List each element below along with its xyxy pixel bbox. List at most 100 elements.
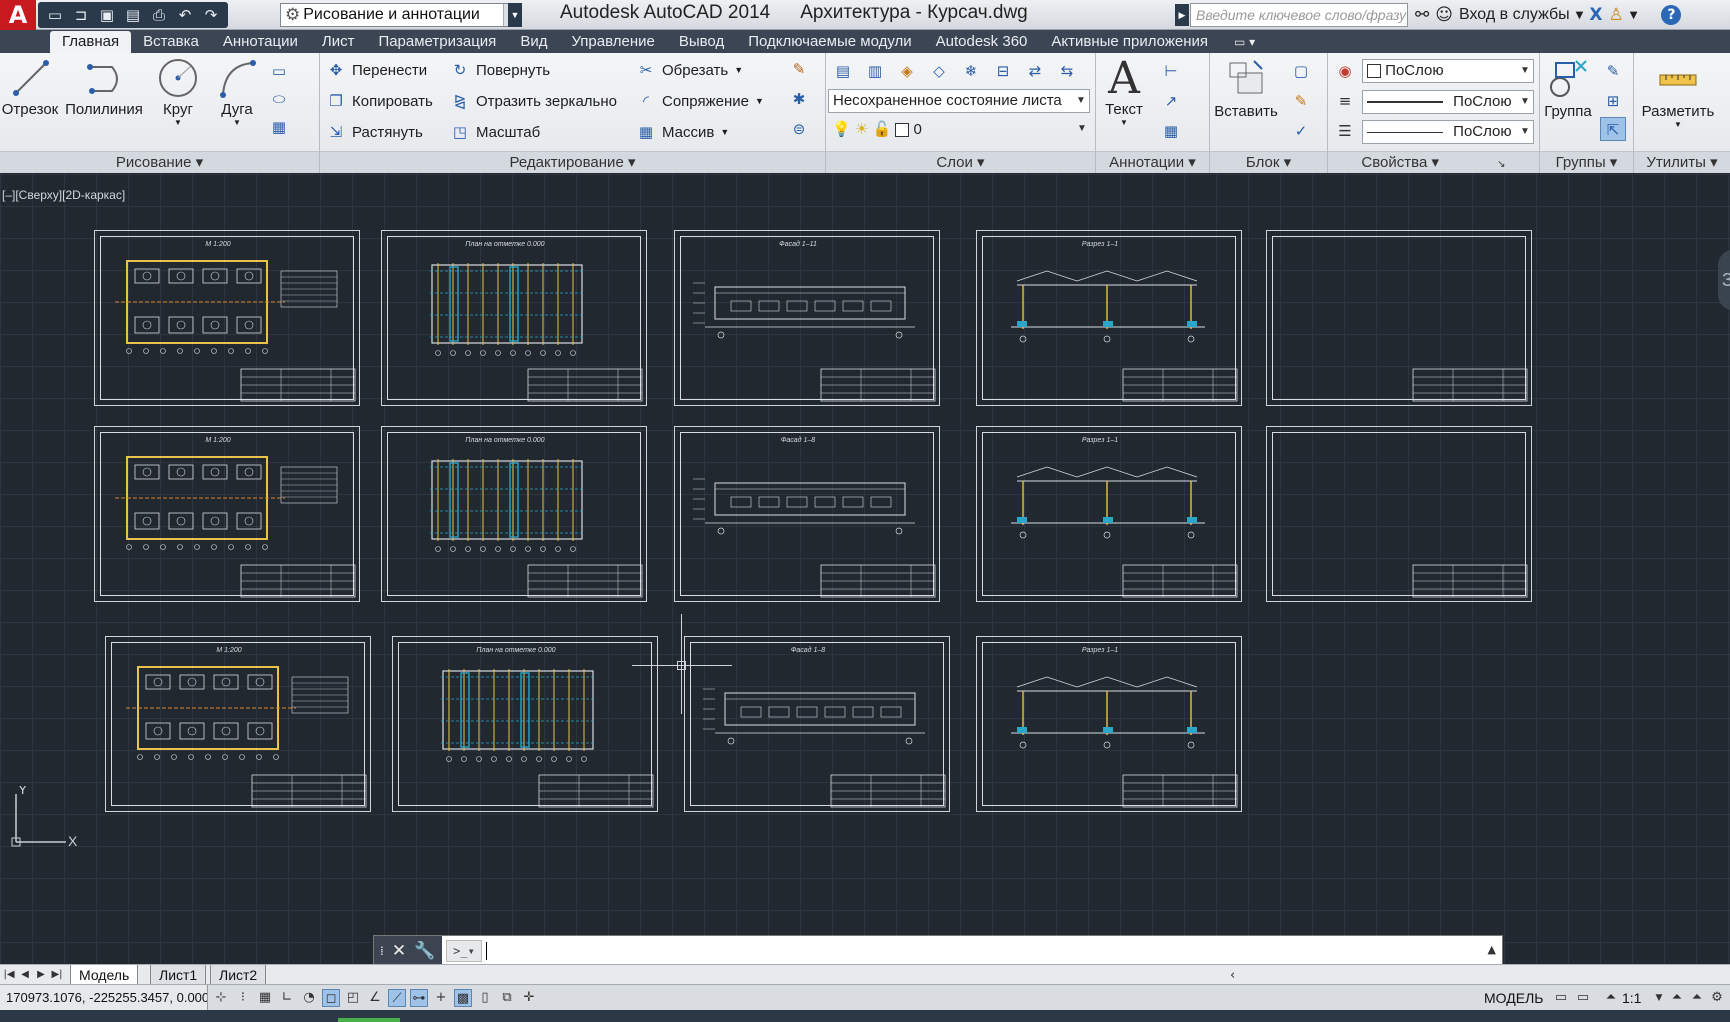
- tab-8[interactable]: Подключаемые модули: [736, 31, 923, 53]
- 3d-osnap-icon[interactable]: ◰: [344, 989, 362, 1007]
- utilities-panel-title[interactable]: Утилиты ▾: [1634, 151, 1730, 173]
- dialog-launcher-icon[interactable]: ↘: [1497, 159, 1505, 170]
- explode-icon[interactable]: ✱: [786, 87, 812, 111]
- subscription-icon[interactable]: ♙: [1608, 5, 1623, 25]
- undo-icon[interactable]: ↶: [172, 4, 198, 26]
- circle-button[interactable]: Круг ▼: [150, 57, 206, 127]
- polyline-button[interactable]: Полилиния: [62, 57, 146, 118]
- drawing-sheet-8[interactable]: Фасад 1–8: [674, 426, 940, 602]
- chevron-down-icon[interactable]: ▼: [1650, 989, 1668, 1007]
- open-file-icon[interactable]: ⊐: [68, 4, 94, 26]
- lineweight-toggle-icon[interactable]: +: [432, 989, 450, 1007]
- drawing-sheet-12[interactable]: План на отметке 0.000: [392, 636, 658, 812]
- save-as-icon[interactable]: ▤: [120, 4, 146, 26]
- last-tab-icon[interactable]: ▶|: [50, 967, 64, 983]
- prev-tab-icon[interactable]: ◀: [18, 967, 32, 983]
- workspace-switch-icon[interactable]: ⚙: [1708, 989, 1726, 1007]
- create-block-icon[interactable]: ▢: [1288, 59, 1314, 83]
- wrench-icon[interactable]: 🔧: [414, 941, 435, 961]
- search-expand-button[interactable]: ▶: [1175, 4, 1189, 26]
- lineweight-dropdown[interactable]: ПоСлою ▼: [1362, 90, 1534, 114]
- move-button[interactable]: ✥ Перенести: [326, 57, 427, 83]
- ungroup-icon[interactable]: ✎: [1600, 59, 1626, 83]
- draw-panel-title[interactable]: Рисование ▾: [0, 151, 319, 173]
- layer-properties-icon[interactable]: ▤: [830, 59, 856, 83]
- horizontal-scrollbar[interactable]: ‹: [1230, 968, 1706, 983]
- layout-tab-0[interactable]: Модель: [70, 965, 139, 985]
- search-input[interactable]: Введите ключевое слово/фразу: [1190, 3, 1408, 27]
- drawing-sheet-10[interactable]: [1266, 426, 1532, 602]
- drawing-sheet-1[interactable]: М 1:200: [94, 230, 360, 406]
- drawing-sheet-6[interactable]: М 1:200: [94, 426, 360, 602]
- hatch-icon[interactable]: ▦: [266, 115, 292, 139]
- workspace-selector[interactable]: ⚙ Рисование и аннотации ▼: [280, 3, 520, 27]
- tab-2[interactable]: Аннотации: [211, 31, 310, 53]
- chevron-down-icon[interactable]: ▼: [1576, 10, 1584, 21]
- next-tab-icon[interactable]: ▶: [34, 967, 48, 983]
- grid-icon[interactable]: ▦: [256, 989, 274, 1007]
- application-menu-button[interactable]: A: [0, 0, 36, 30]
- rectangle-icon[interactable]: ▭: [266, 59, 292, 83]
- table-icon[interactable]: ▦: [1158, 119, 1184, 143]
- redo-icon[interactable]: ↷: [198, 4, 224, 26]
- model-space-button[interactable]: МОДЕЛЬ: [1484, 985, 1543, 1011]
- layer-lock-icon[interactable]: ⊟: [990, 59, 1016, 83]
- quick-view-drawings-icon[interactable]: ▭: [1574, 989, 1592, 1007]
- layer-walk-icon[interactable]: ⇆: [1054, 59, 1080, 83]
- drawing-sheet-14[interactable]: Разрез 1–1: [976, 636, 1242, 812]
- tab-5[interactable]: Вид: [508, 31, 559, 53]
- print-icon[interactable]: ⎙: [146, 4, 172, 26]
- trim-button[interactable]: ✂ Обрезать ▼: [636, 57, 743, 83]
- insert-button[interactable]: Вставить: [1214, 57, 1278, 120]
- snap-icon[interactable]: ⁝: [234, 989, 252, 1007]
- drawing-sheet-13[interactable]: Фасад 1–8: [684, 636, 950, 812]
- command-prompt-icon[interactable]: >_▾: [446, 940, 482, 962]
- signin-button[interactable]: Вход в службы: [1459, 6, 1570, 24]
- properties-panel-title[interactable]: Свойства ▾ ↘: [1328, 151, 1539, 173]
- current-layer-dropdown[interactable]: 💡 ☀ 🔓 0 ▼: [828, 118, 1090, 142]
- chevron-up-icon[interactable]: ▲: [1488, 943, 1496, 956]
- linetype-dropdown[interactable]: ПоСлою ▼: [1362, 120, 1534, 144]
- drawing-area[interactable]: [–][Сверху][2D-каркас] З М 1:200 План на …: [0, 174, 1730, 964]
- copy-button[interactable]: ❐ Копировать: [326, 88, 433, 114]
- polar-icon[interactable]: ◔: [300, 989, 318, 1007]
- group-edit-icon[interactable]: ⊞: [1600, 89, 1626, 113]
- osnap-icon[interactable]: ◻: [322, 989, 340, 1007]
- layer-freeze-icon[interactable]: ❄: [958, 59, 984, 83]
- stretch-button[interactable]: ⇲ Растянуть: [326, 119, 423, 145]
- viewport-controls[interactable]: [–][Сверху][2D-каркас]: [2, 188, 125, 202]
- annotation-visibility-icon[interactable]: ⏶: [1668, 989, 1686, 1007]
- tab-1[interactable]: Вставка: [131, 31, 211, 53]
- scroll-left-icon[interactable]: ‹: [1230, 968, 1235, 983]
- linetype-icon[interactable]: ☰: [1332, 119, 1358, 143]
- coordinates-readout[interactable]: 170973.1076, -225255.3457, 0.0000: [0, 985, 208, 1011]
- rotate-button[interactable]: ↻ Повернуть: [450, 57, 550, 83]
- ducs-icon[interactable]: ⟋: [388, 989, 406, 1007]
- infer-constraints-icon[interactable]: ⊹: [212, 989, 230, 1007]
- modify-panel-title[interactable]: Редактирование ▾: [320, 151, 825, 173]
- drawing-sheet-4[interactable]: Разрез 1–1: [976, 230, 1242, 406]
- color-wheel-icon[interactable]: ◉: [1332, 59, 1358, 83]
- color-dropdown[interactable]: ПоСлою ▼: [1362, 59, 1534, 83]
- dyn-icon[interactable]: ⊶: [410, 989, 428, 1007]
- chevron-down-icon[interactable]: ▼: [755, 96, 764, 106]
- chevron-down-icon[interactable]: ▼: [210, 118, 264, 127]
- layer-off-icon[interactable]: ◈: [894, 59, 920, 83]
- fillet-button[interactable]: ◜ Сопряжение ▼: [636, 88, 764, 114]
- drawing-sheet-7[interactable]: План на отметке 0.000: [381, 426, 647, 602]
- tab-9[interactable]: Autodesk 360: [924, 31, 1040, 53]
- drawing-sheet-2[interactable]: План на отметке 0.000: [381, 230, 647, 406]
- quick-properties-icon[interactable]: ▯: [476, 989, 494, 1007]
- group-select-icon[interactable]: ⇱: [1600, 117, 1626, 141]
- tab-6[interactable]: Управление: [559, 31, 666, 53]
- annotation-panel-title[interactable]: Аннотации ▾: [1096, 151, 1209, 173]
- ellipse-icon[interactable]: ⬭: [266, 87, 292, 111]
- arc-button[interactable]: Дуга ▼: [210, 57, 264, 127]
- ortho-icon[interactable]: ∟: [278, 989, 296, 1007]
- tab-10[interactable]: Активные приложения: [1039, 31, 1220, 53]
- leader-icon[interactable]: ↗: [1158, 89, 1184, 113]
- tab-3[interactable]: Лист: [310, 31, 367, 53]
- drawing-sheet-5[interactable]: [1266, 230, 1532, 406]
- attribute-icon[interactable]: ✓: [1288, 119, 1314, 143]
- group-button[interactable]: Группа: [1540, 57, 1596, 120]
